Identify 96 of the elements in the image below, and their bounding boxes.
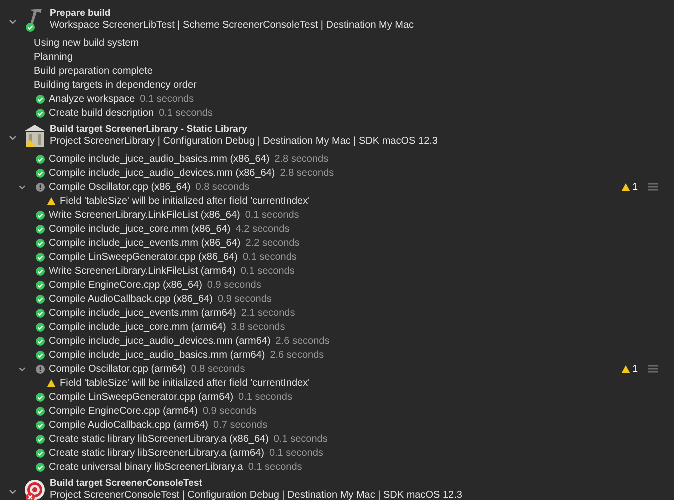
duration-label: 4.2 seconds bbox=[236, 224, 290, 234]
build-step-label: Compile include_juce_core.mm (arm64) bbox=[49, 322, 226, 332]
duration-label: 0.1 seconds bbox=[245, 210, 300, 220]
build-step-label: Compile include_juce_audio_devices.mm (arm64) bbox=[49, 336, 271, 346]
duration-label: 2.2 seconds bbox=[246, 238, 300, 248]
build-step-title: Build target ScreenerConsoleTest bbox=[50, 478, 204, 490]
notice-icon bbox=[36, 182, 45, 192]
success-icon bbox=[36, 238, 45, 248]
duration-label: 0.9 seconds bbox=[218, 294, 272, 304]
success-icon bbox=[36, 224, 45, 234]
warning-message: Field 'tableSize' will be initialized after field 'currentIndex' bbox=[60, 196, 310, 206]
success-icon bbox=[36, 280, 45, 290]
log-message: Building targets in dependency order bbox=[34, 80, 197, 90]
menu-icon[interactable] bbox=[648, 365, 658, 373]
warning-message: Field 'tableSize' will be initialized after field 'currentIndex' bbox=[60, 378, 310, 388]
build-step-label: Compile include_juce_audio_basics.mm (arm64) bbox=[49, 350, 266, 360]
build-step-details: Project ScreenerConsoleTest | Configuration Debug | Destination My Mac | SDK macOS 12.3 bbox=[50, 490, 462, 500]
error-icon bbox=[26, 493, 35, 500]
success-icon bbox=[36, 266, 45, 276]
build-step-label: Compile include_juce_core.mm (x86_64) bbox=[49, 224, 231, 234]
build-step-details: Workspace ScreenerLibTest | Scheme ScreenerConsoleTest | Destination My Mac bbox=[50, 20, 414, 32]
success-icon bbox=[36, 294, 45, 304]
build-step-label: Analyze workspace bbox=[49, 94, 136, 104]
log-message: Planning bbox=[34, 52, 73, 62]
warning-icon bbox=[621, 364, 632, 374]
warning-icon bbox=[47, 196, 56, 206]
disclosure-chevron-icon[interactable] bbox=[8, 487, 18, 497]
warning-icon bbox=[621, 182, 632, 192]
log-message: Build preparation complete bbox=[34, 66, 153, 76]
success-icon bbox=[26, 23, 35, 32]
build-step-label: Create static library libScreenerLibrary.a (x86_64) bbox=[49, 434, 269, 444]
success-icon bbox=[36, 308, 45, 318]
disclosure-chevron-icon[interactable] bbox=[8, 17, 18, 27]
success-icon bbox=[36, 406, 45, 416]
success-icon bbox=[36, 210, 45, 220]
warning-icon bbox=[26, 139, 35, 148]
success-icon bbox=[36, 154, 45, 164]
menu-icon[interactable] bbox=[648, 183, 658, 191]
build-step-label: Compile EngineCore.cpp (x86_64) bbox=[49, 280, 202, 290]
success-icon bbox=[36, 350, 45, 360]
duration-label: 2.6 seconds bbox=[276, 336, 330, 346]
build-step-label: Create universal binary libScreenerLibrary.a bbox=[49, 462, 244, 472]
success-icon bbox=[36, 94, 45, 104]
warning-count: 1 bbox=[632, 364, 638, 374]
success-icon bbox=[36, 462, 45, 472]
build-step-label: Compile Oscillator.cpp (arm64) bbox=[49, 364, 186, 374]
build-step-label: Compile include_juce_audio_basics.mm (x86_64) bbox=[49, 154, 270, 164]
success-icon bbox=[36, 420, 45, 430]
success-icon bbox=[36, 108, 45, 118]
build-step-label: Compile AudioCallback.cpp (x86_64) bbox=[49, 294, 213, 304]
build-step-label: Compile include_juce_events.mm (x86_64) bbox=[49, 238, 241, 248]
success-icon bbox=[36, 336, 45, 346]
duration-label: 0.9 seconds bbox=[202, 406, 257, 416]
duration-label: 0.1 seconds bbox=[140, 94, 194, 104]
success-icon bbox=[36, 168, 45, 178]
build-step-label: Compile LinSweepGenerator.cpp (arm64) bbox=[49, 392, 234, 402]
duration-label: 0.9 seconds bbox=[207, 280, 262, 290]
duration-label: 0.1 seconds bbox=[159, 108, 213, 118]
build-step-label: Compile include_juce_events.mm (arm64) bbox=[49, 308, 236, 318]
duration-label: 0.1 seconds bbox=[274, 434, 328, 444]
duration-label: 0.7 seconds bbox=[214, 420, 268, 430]
build-step-label: Compile EngineCore.cpp (arm64) bbox=[49, 406, 198, 416]
success-icon bbox=[36, 392, 45, 402]
success-icon bbox=[36, 448, 45, 458]
build-step-label: Create static library libScreenerLibrary.a (arm64) bbox=[49, 448, 264, 458]
building-icon bbox=[25, 125, 45, 147]
duration-label: 0.1 seconds bbox=[238, 392, 292, 402]
duration-label: 0.8 seconds bbox=[191, 364, 246, 374]
duration-label: 2.8 seconds bbox=[280, 168, 334, 178]
build-step-title: Build target ScreenerLibrary - Static Library bbox=[50, 124, 248, 136]
build-step-title: Prepare build bbox=[50, 8, 112, 20]
duration-label: 0.1 seconds bbox=[248, 462, 302, 472]
notice-icon bbox=[36, 364, 45, 374]
build-step-label: Create build description bbox=[49, 108, 154, 118]
build-step-details: Project ScreenerLibrary | Configuration Debug | Destination My Mac | SDK macOS 12.3 bbox=[50, 136, 438, 148]
duration-label: 0.1 seconds bbox=[243, 252, 297, 262]
build-step-label: Compile include_juce_audio_devices.mm (x86_64) bbox=[49, 168, 276, 178]
build-step-label: Write ScreenerLibrary.LinkFileList (arm64) bbox=[49, 266, 236, 276]
success-icon bbox=[36, 322, 45, 332]
duration-label: 0.1 seconds bbox=[240, 266, 295, 276]
build-step-label: Compile Oscillator.cpp (x86_64) bbox=[49, 182, 191, 192]
duration-label: 2.8 seconds bbox=[274, 154, 329, 164]
disclosure-chevron-icon[interactable] bbox=[8, 133, 18, 143]
duration-label: 3.8 seconds bbox=[231, 322, 286, 332]
duration-label: 2.1 seconds bbox=[241, 308, 296, 318]
duration-label: 0.8 seconds bbox=[196, 182, 250, 192]
success-icon bbox=[36, 434, 45, 444]
log-message: Using new build system bbox=[34, 38, 140, 48]
build-step-label: Write ScreenerLibrary.LinkFileList (x86_64) bbox=[49, 210, 240, 220]
duration-label: 2.6 seconds bbox=[270, 350, 324, 360]
success-icon bbox=[36, 252, 45, 262]
build-step-label: Compile LinSweepGenerator.cpp (x86_64) bbox=[49, 252, 238, 262]
build-step-label: Compile AudioCallback.cpp (arm64) bbox=[49, 420, 209, 430]
warning-count: 1 bbox=[632, 182, 638, 192]
warning-icon bbox=[47, 378, 56, 388]
duration-label: 0.1 seconds bbox=[269, 448, 324, 458]
